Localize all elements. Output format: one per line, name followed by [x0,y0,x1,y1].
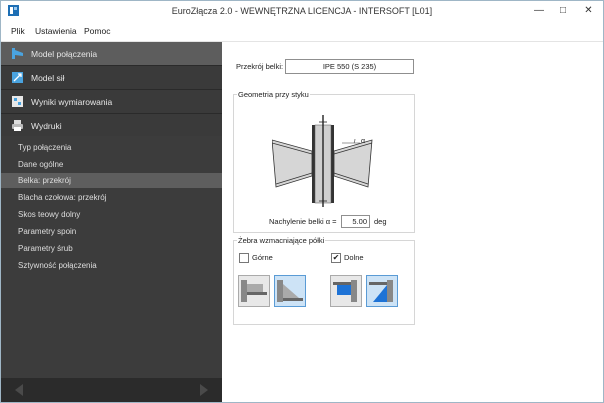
ribs-group-title: Żebra wzmacniające półki [237,236,326,245]
subnav-item-welds[interactable]: Parametry spoin [1,224,222,239]
forces-model-icon [12,72,23,83]
next-arrow-icon[interactable] [200,384,208,396]
joint-geometry-diagram [272,115,373,207]
minimize-button[interactable]: — [527,2,551,19]
sidebar: Model połączenia Model sił Wyniki wymiar… [1,42,222,402]
top-ribs-label: Górne [252,253,273,262]
sidebar-footer [1,378,222,402]
window-title: EuroZłącza 2.0 - WEWNĘTRZNA LICENCJA - I… [171,6,433,16]
section-selector[interactable]: IPE 550 (S 235) [285,59,414,74]
angle-unit: deg [374,217,387,226]
bottom-rib-type-1-button[interactable] [330,275,362,307]
subnav-label: Sztywność połączenia [18,261,97,270]
subnav-label: Typ połączenia [18,143,72,152]
subnav-label: Dane ogólne [18,160,64,169]
alpha-symbol: α [361,138,366,145]
angle-input[interactable]: 5.00 [341,215,370,228]
subnav-item-beam-section[interactable]: Belka: przekrój [1,173,222,188]
angle-label: Nachylenie belki α = [269,217,337,226]
top-ribs-checkbox[interactable] [239,253,249,263]
nav-forces-model[interactable]: Model sił [1,66,222,90]
results-icon [12,96,23,107]
menu-help[interactable]: Pomoc [84,26,110,36]
maximize-button[interactable]: □ [552,2,574,19]
top-rib-type-2-button[interactable] [274,275,306,307]
subnav-item-haunch[interactable]: Skos teowy dolny [1,207,222,222]
geometry-group-title: Geometria przy styku [237,90,310,99]
rib-full-icon [241,280,267,302]
subnav-item-bolts[interactable]: Parametry śrub [1,241,222,256]
nav-label: Model połączenia [31,49,98,59]
printer-icon [12,120,23,131]
nav-printouts[interactable]: Wydruki [1,114,222,138]
subnav-label: Belka: przekrój [18,176,71,185]
section-label: Przekrój belki: [236,62,284,71]
nav-label: Wydruki [31,121,62,131]
geometry-group: Geometria przy styku α Nachylenie belki … [233,90,415,233]
connection-model-icon [12,48,23,59]
subnav-label: Skos teowy dolny [18,210,81,219]
subnav-item-connection-type[interactable]: Typ połączenia [1,140,222,155]
nav-connection-model[interactable]: Model połączenia [1,42,222,66]
close-button[interactable]: ✕ [575,2,602,19]
bottom-rib-type-2-button[interactable] [366,275,398,307]
rib-blue-full-icon [333,280,357,302]
subnav-item-end-plate[interactable]: Blacha czołowa: przekrój [1,190,222,205]
bottom-ribs-label: Dolne [344,253,364,262]
previous-arrow-icon[interactable] [15,384,23,396]
subnav-item-general-data[interactable]: Dane ogólne [1,157,222,172]
nav-label: Wyniki wymiarowania [31,97,113,107]
bottom-ribs-checkbox[interactable]: ✔ [331,253,341,263]
subnav-item-stiffness[interactable]: Sztywność połączenia [1,258,222,273]
nav-results[interactable]: Wyniki wymiarowania [1,90,222,114]
subnav-label: Blacha czołowa: przekrój [18,193,107,202]
menu-bar: Plik Ustawienia Pomoc [1,22,603,42]
subnav-list: Typ połączenia Dane ogólne Belka: przekr… [1,136,222,378]
menu-settings[interactable]: Ustawienia [35,26,77,36]
top-rib-type-1-button[interactable] [238,275,270,307]
subnav-label: Parametry spoin [18,227,77,236]
nav-label: Model sił [31,73,65,83]
subnav-label: Parametry śrub [18,244,73,253]
menu-file[interactable]: Plik [11,26,25,36]
rib-blue-haunch-icon [369,280,393,302]
app-window: EuroZłącza 2.0 - WEWNĘTRZNA LICENCJA - I… [0,0,604,403]
rib-haunch-icon [277,280,303,302]
ribs-group: Żebra wzmacniające półki Górne ✔ Dolne [233,236,415,325]
title-bar[interactable]: EuroZłącza 2.0 - WEWNĘTRZNA LICENCJA - I… [1,1,603,21]
main-content: Przekrój belki: IPE 550 (S 235) Geometri… [223,42,603,402]
